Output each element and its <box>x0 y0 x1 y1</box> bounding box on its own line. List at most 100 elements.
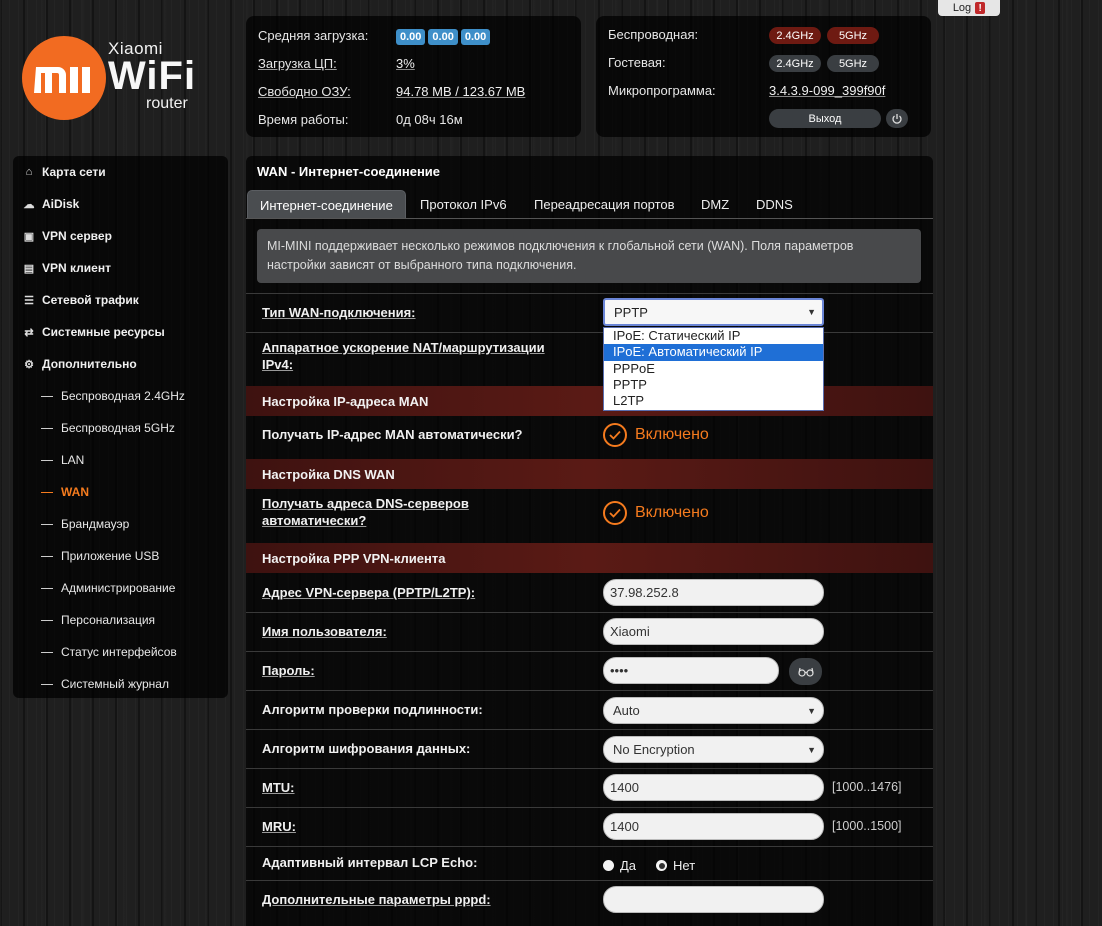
wan-type-option-static[interactable]: IPoE: Статический IP <box>604 328 823 344</box>
username-input[interactable]: Xiaomi <box>603 618 824 645</box>
mru-input[interactable]: 1400 <box>603 813 824 840</box>
wan-type-option-l2tp[interactable]: L2TP <box>604 393 823 409</box>
row-divider <box>246 880 933 881</box>
password-label: Пароль: <box>262 662 315 679</box>
tab-divider <box>246 218 933 219</box>
sidebar-sub-wan[interactable]: WAN <box>41 485 89 499</box>
sidebar-sub-wireless-24[interactable]: Беспроводная 2.4GHz <box>41 389 185 403</box>
mru-label-text: MRU: <box>262 819 296 834</box>
chevron-down-icon: ▼ <box>807 744 816 755</box>
sidebar-sub-wireless-5[interactable]: Беспроводная 5GHz <box>41 421 175 435</box>
wireless-24-badge[interactable]: 2.4GHz <box>769 27 821 44</box>
tab-ipv6[interactable]: Протокол IPv6 <box>420 190 507 218</box>
show-password-button[interactable] <box>789 658 822 685</box>
section-dns-wan: Настройка DNS WAN <box>246 459 933 489</box>
sidebar-item-label: Системные ресурсы <box>42 325 165 339</box>
username-label-text: Имя пользователя: <box>262 624 387 639</box>
man-auto-state: Включено <box>635 426 709 443</box>
tab-internet-connection[interactable]: Интернет-соединение <box>247 190 406 219</box>
row-divider <box>246 729 933 730</box>
ram-value[interactable]: 94.78 MB / 123.67 MB <box>396 84 525 99</box>
row-divider <box>246 651 933 652</box>
sidebar-sub-label: Статус интерфейсов <box>61 645 177 659</box>
sidebar-item-aidisk[interactable]: ☁ AiDisk <box>23 197 80 211</box>
sidebar-sub-label: LAN <box>61 453 85 467</box>
auth-label: Алгоритм проверки подлинности: <box>262 702 483 717</box>
cpu-label[interactable]: Загрузка ЦП: <box>258 56 337 71</box>
sidebar-item-system-resources[interactable]: ⇄ Системные ресурсы <box>23 325 165 339</box>
dns-auto-toggle[interactable]: Включено <box>603 501 709 525</box>
pppd-options-input[interactable] <box>603 886 824 913</box>
encryption-label: Алгоритм шифрования данных: <box>262 741 471 756</box>
row-divider <box>246 807 933 808</box>
sidebar-sub-label: Беспроводная 2.4GHz <box>61 389 185 403</box>
log-alert-badge: ! <box>975 2 986 14</box>
mtu-input[interactable]: 1400 <box>603 774 824 801</box>
dash-icon <box>41 587 53 589</box>
lcp-radio-group: Да Нет <box>603 858 695 873</box>
tab-dmz[interactable]: DMZ <box>701 190 729 218</box>
sidebar-sub-personalization[interactable]: Персонализация <box>41 613 155 627</box>
lcp-yes-radio[interactable] <box>603 860 614 871</box>
guest-5-badge[interactable]: 5GHz <box>827 55 879 72</box>
lcp-no-radio[interactable] <box>656 860 668 871</box>
encryption-select[interactable]: No Encryption ▼ <box>603 736 824 763</box>
wan-type-label-text: Тип WAN-подключения: <box>262 305 416 320</box>
mi-logo-mark <box>34 67 90 93</box>
password-input[interactable]: •••• <box>603 657 779 684</box>
dash-icon <box>41 459 53 461</box>
username-label: Имя пользователя: <box>262 623 387 640</box>
ram-label[interactable]: Свободно ОЗУ: <box>258 84 351 99</box>
row-divider <box>246 690 933 691</box>
wireless-label: Беспроводная: <box>608 27 699 42</box>
sidebar-sub-firewall[interactable]: Брандмауэр <box>41 517 129 531</box>
sidebar-sub-interface-status[interactable]: Статус интерфейсов <box>41 645 177 659</box>
firmware-value[interactable]: 3.4.3.9-099_399f90f <box>769 83 885 98</box>
wireless-5-badge[interactable]: 5GHz <box>827 27 879 44</box>
dash-icon <box>41 491 53 493</box>
wan-type-option-pppoe[interactable]: PPPoE <box>604 361 823 377</box>
nat-accel-label: Аппаратное ускорение NAT/маршрутизации I… <box>262 339 562 373</box>
glasses-icon <box>797 667 814 677</box>
auth-select[interactable]: Auto ▼ <box>603 697 824 724</box>
sidebar-sub-lan[interactable]: LAN <box>41 453 84 467</box>
sidebar-sub-label: Системный журнал <box>61 677 169 691</box>
sidebar-item-vpn-client[interactable]: ▤ VPN клиент <box>23 261 111 275</box>
cpu-value[interactable]: 3% <box>396 56 415 71</box>
sidebar-item-network-map[interactable]: ⌂ Карта сети <box>23 165 106 179</box>
sidebar-sub-admin[interactable]: Администрирование <box>41 581 175 595</box>
guest-label: Гостевая: <box>608 55 666 70</box>
sidebar-item-vpn-server[interactable]: ▣ VPN сервер <box>23 229 112 243</box>
tab-port-forwarding[interactable]: Переадресация портов <box>534 190 675 218</box>
sidebar-sub-syslog[interactable]: Системный журнал <box>41 677 169 691</box>
mtu-label: MTU: <box>262 779 295 796</box>
wan-type-option-dhcp[interactable]: IPoE: Автоматический IP <box>604 344 823 361</box>
tab-ddns[interactable]: DDNS <box>756 190 793 218</box>
dash-icon <box>41 555 53 557</box>
avg-load-5: 0.00 <box>428 29 458 45</box>
man-auto-toggle[interactable]: Включено <box>603 423 709 447</box>
sidebar-sub-usb[interactable]: Приложение USB <box>41 549 159 563</box>
sidebar-item-advanced[interactable]: ⚙ Дополнительно <box>23 357 137 371</box>
sidebar-sub-label: Брандмауэр <box>61 517 130 531</box>
lcp-yes-label: Да <box>620 858 637 873</box>
dns-auto-label-text: Получать адреса DNS-серверов автоматичес… <box>262 496 469 528</box>
row-divider <box>246 332 933 333</box>
auth-select-value: Auto <box>613 703 640 718</box>
guest-24-badge[interactable]: 2.4GHz <box>769 55 821 72</box>
avg-load-label: Средняя загрузка: <box>258 28 369 43</box>
log-label: Log <box>952 2 972 14</box>
vpn-server-input[interactable]: 37.98.252.8 <box>603 579 824 606</box>
row-divider <box>246 612 933 613</box>
sidebar-item-label: VPN сервер <box>42 229 112 243</box>
cloud-icon: ☁ <box>23 198 35 211</box>
reboot-button[interactable] <box>886 109 908 128</box>
vpn-client-icon: ▤ <box>23 262 35 275</box>
wan-type-select[interactable]: PPTP ▼ <box>603 298 824 326</box>
log-button[interactable]: Log ! <box>938 0 1000 16</box>
logout-button[interactable]: Выход <box>769 109 881 128</box>
wan-type-option-pptp[interactable]: PPTP <box>604 377 823 393</box>
avg-load-15: 0.00 <box>460 29 491 45</box>
shuffle-icon: ⇄ <box>24 326 34 339</box>
sidebar-item-traffic[interactable]: ☰ Сетевой трафик <box>23 293 139 307</box>
